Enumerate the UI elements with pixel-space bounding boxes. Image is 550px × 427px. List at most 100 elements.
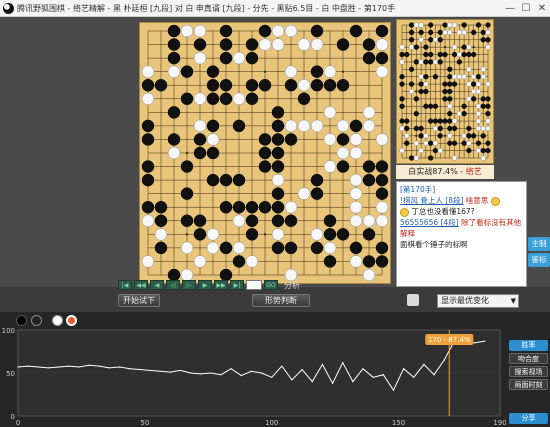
black-stone xyxy=(480,147,486,154)
black-stone xyxy=(437,51,443,58)
go-button[interactable]: GO xyxy=(264,280,278,290)
white-stone xyxy=(399,59,405,65)
white-stone xyxy=(375,200,389,214)
start-trial-button[interactable]: 开始试下 xyxy=(118,294,160,307)
tab-mark[interactable]: 鉴标 xyxy=(528,253,550,267)
forward-five-button[interactable]: ▶ xyxy=(198,280,212,290)
thumbs-up-icon[interactable] xyxy=(407,294,419,306)
black-stone xyxy=(423,44,429,50)
black-stone xyxy=(442,51,448,58)
winrate-point xyxy=(352,381,354,383)
black-stone xyxy=(442,22,448,28)
winrate-point xyxy=(321,363,324,365)
black-stone xyxy=(258,146,272,160)
black-stone xyxy=(447,125,453,132)
next-move-button[interactable]: ▷ xyxy=(182,280,196,290)
black-stone xyxy=(442,88,448,95)
white-stone xyxy=(284,65,298,78)
black-stone xyxy=(362,51,376,65)
back-many-button[interactable]: ◀◀ xyxy=(134,280,148,290)
white-stone xyxy=(451,44,458,50)
white-stone xyxy=(310,228,324,241)
white-stone xyxy=(432,125,439,132)
board-panel: 白实战87.4% - 络艺89.0% [第170手] !棋风 骨上人 [8段] … xyxy=(0,17,550,287)
winrate-point xyxy=(250,370,252,372)
white-stone xyxy=(480,125,486,132)
prev-move-button[interactable]: ◁ xyxy=(166,280,180,290)
tab-winrate[interactable]: 胜率 xyxy=(509,340,548,351)
black-stone xyxy=(442,118,448,124)
white-stone xyxy=(432,59,439,65)
white-stone xyxy=(485,125,491,132)
white-stone xyxy=(375,214,389,228)
black-stone xyxy=(245,38,259,51)
black-stone xyxy=(485,147,491,154)
black-stone xyxy=(141,78,155,92)
white-stone xyxy=(418,147,424,154)
black-stone xyxy=(271,200,285,214)
black-stone xyxy=(413,59,419,65)
actual-winrate: 白实战87.4% xyxy=(408,167,458,176)
main-go-board[interactable] xyxy=(139,22,391,284)
winrate-point xyxy=(372,376,374,378)
black-stone xyxy=(167,38,181,51)
tab-search-view[interactable]: 搜索视场 xyxy=(509,366,548,377)
black-stone xyxy=(466,125,472,132)
white-stone xyxy=(418,74,424,80)
tab-match-rate[interactable]: 吻合度 xyxy=(509,353,548,364)
minimize-button[interactable]: — xyxy=(502,0,518,16)
black-stone xyxy=(154,200,168,214)
tab-position-time[interactable]: 局面时刻 xyxy=(509,379,548,390)
x-tick-label: 0 xyxy=(16,419,20,426)
black-stone xyxy=(154,78,168,92)
black-stone xyxy=(232,173,246,187)
black-stone xyxy=(451,51,458,58)
black-stone xyxy=(375,173,389,187)
white-stone xyxy=(475,103,482,109)
black-stone xyxy=(323,214,337,228)
black-stone xyxy=(258,133,272,146)
white-stone xyxy=(180,241,194,255)
black-stone xyxy=(232,200,246,214)
black-stone xyxy=(284,241,298,255)
black-stone xyxy=(284,214,298,228)
display-mode-select[interactable]: 显示最优变化 ▼ xyxy=(437,294,519,308)
black-stone xyxy=(362,38,376,51)
black-stone xyxy=(461,51,467,58)
share-button[interactable]: 分享 xyxy=(509,413,548,424)
chat-user[interactable]: 56555656 [4段] xyxy=(400,218,459,227)
white-stone xyxy=(193,24,207,38)
back-five-button[interactable]: ◀ xyxy=(150,280,164,290)
black-stone xyxy=(375,187,389,200)
first-move-button[interactable]: |◀ xyxy=(118,280,132,290)
thumbnail-go-board[interactable] xyxy=(396,19,494,164)
black-stone xyxy=(193,228,207,241)
chat-panel[interactable]: [第170手] !棋风 骨上人 [8段] 啥意思 丁总也没看懂167? 5655… xyxy=(396,181,527,287)
chat-user[interactable]: !棋风 骨上人 [8段] xyxy=(400,196,463,205)
star-point xyxy=(415,134,418,138)
black-stone xyxy=(471,133,477,139)
close-button[interactable]: ✕ xyxy=(534,0,550,16)
winrate-chart[interactable]: 0 50 100 0 50 100 150 190 170 - 87.4% xyxy=(0,322,506,426)
winrate-point xyxy=(413,376,415,378)
winrate-point xyxy=(149,369,151,372)
maximize-button[interactable]: ☐ xyxy=(518,0,534,16)
white-stone xyxy=(336,119,350,133)
black-stone xyxy=(399,51,405,58)
black-stone xyxy=(193,133,207,146)
forward-many-button[interactable]: ▶▶ xyxy=(214,280,228,290)
black-stone xyxy=(349,119,363,133)
black-stone xyxy=(485,22,491,28)
move-number-input[interactable] xyxy=(246,280,262,290)
white-stone xyxy=(271,228,285,241)
winrate-point xyxy=(433,374,435,376)
black-stone xyxy=(310,65,324,78)
white-stone xyxy=(154,228,168,241)
judge-position-button[interactable]: 形势判断 xyxy=(252,294,310,307)
last-move-button[interactable]: ▶| xyxy=(230,280,244,290)
black-stone xyxy=(447,88,453,95)
tab-main[interactable]: 主制 xyxy=(528,237,550,251)
white-stone xyxy=(349,214,363,228)
winrate-graph-panel: 0 50 100 0 50 100 150 190 170 - 87.4% 胜率 吻合度 搜索视… xyxy=(0,312,550,427)
black-stone xyxy=(423,59,429,65)
